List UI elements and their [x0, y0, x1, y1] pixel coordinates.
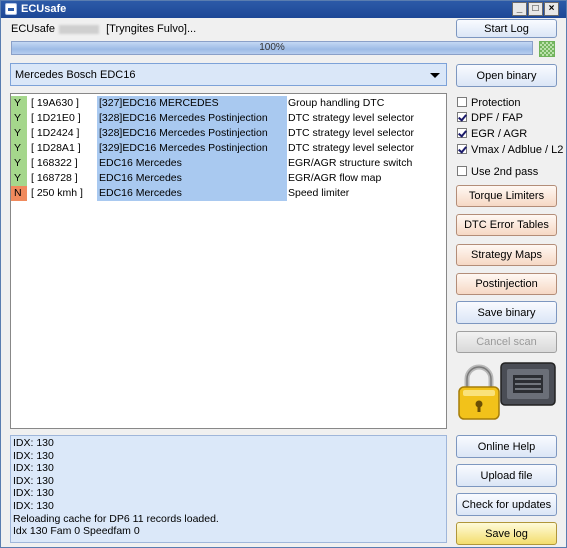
maximize-button[interactable]: □	[528, 2, 543, 16]
row-address: [ 168728 ]	[31, 172, 78, 184]
row-address: [ 168322 ]	[31, 157, 78, 169]
redacted-version	[59, 24, 100, 34]
log-line: IDX: 130	[13, 474, 54, 487]
row-description: DTC strategy level selector	[288, 112, 415, 124]
row-flag: Y	[11, 126, 27, 141]
postinjection-button[interactable]: Postinjection	[456, 273, 557, 295]
row-patch-name: [329]EDC16 Mercedes Postinjection	[97, 141, 287, 156]
row-flag: Y	[11, 171, 27, 186]
dtc-error-tables-button[interactable]: DTC Error Tables	[456, 214, 557, 236]
log-line: IDX: 130	[13, 449, 54, 462]
row-description: Group handling DTC	[288, 97, 385, 109]
dpf-fap-checkbox-box[interactable]	[457, 112, 467, 122]
row-patch-name: EDC16 Mercedes	[97, 156, 287, 171]
table-row[interactable]: Y [ 1D21E0 ] [328]EDC16 Mercedes Postinjec…	[11, 111, 446, 126]
second-pass-checkbox[interactable]: Use 2nd pass	[457, 165, 538, 179]
header-status: ECUsafe [Tryngites Fulvo]...	[11, 21, 441, 37]
upload-file-button[interactable]: Upload file	[456, 464, 557, 487]
second-pass-checkbox-box[interactable]	[457, 166, 467, 176]
status-grid-icon	[539, 41, 555, 57]
row-description: EGR/AGR flow map	[288, 172, 382, 184]
ecu-type-select[interactable]: Mercedes Bosch EDC16	[10, 63, 447, 86]
row-patch-name: [328]EDC16 Mercedes Postinjection	[97, 126, 287, 141]
egr-agr-checkbox-box[interactable]	[457, 128, 467, 138]
status-text: [Tryngites Fulvo]...	[106, 23, 197, 35]
save-log-button[interactable]: Save log	[456, 522, 557, 545]
egr-agr-label: EGR / AGR	[471, 128, 528, 140]
row-address: [ 1D21E0 ]	[31, 112, 81, 124]
progress-bar: 100%	[11, 41, 533, 55]
row-patch-name: EDC16 Mercedes	[97, 171, 287, 186]
vmax-checkbox[interactable]: Vmax / Adblue / L2	[457, 143, 563, 157]
table-row[interactable]: Y [ 19A630 ] [327]EDC16 MERCEDES Group hand…	[11, 96, 446, 111]
row-flag: Y	[11, 156, 27, 171]
row-address: [ 1D28A1 ]	[31, 142, 81, 154]
app-name-label: ECUsafe	[11, 23, 56, 35]
torque-limiters-button[interactable]: Torque Limiters	[456, 185, 557, 207]
table-row[interactable]: Y [ 168728 ] EDC16 Mercedes EGR/AGR flow ma…	[11, 171, 446, 186]
row-description: DTC strategy level selector	[288, 127, 415, 139]
row-address: [ 19A630 ]	[31, 97, 79, 109]
row-flag: Y	[11, 141, 27, 156]
dpf-fap-checkbox[interactable]: DPF / FAP	[457, 111, 523, 125]
dpf-fap-label: DPF / FAP	[471, 112, 523, 124]
row-flag: Y	[11, 96, 27, 111]
ecu-type-value: Mercedes Bosch EDC16	[15, 69, 136, 81]
log-line: Idx 130 Fam 0 Speedfam 0	[13, 525, 140, 538]
app-window: ECUsafe _ □ × ECUsafe [Tryngites Fulvo].…	[0, 0, 567, 548]
protection-checkbox-box[interactable]	[457, 97, 467, 107]
table-row[interactable]: Y [ 168322 ] EDC16 Mercedes EGR/AGR structu…	[11, 156, 446, 171]
progress-label: 100%	[259, 42, 285, 53]
close-button[interactable]: ×	[544, 2, 559, 16]
row-description: EGR/AGR structure switch	[288, 157, 413, 169]
vmax-label: Vmax / Adblue / L2	[471, 144, 564, 156]
log-line: IDX: 130	[13, 487, 54, 500]
log-line: IDX: 130	[13, 500, 54, 512]
window-title: ECUsafe	[21, 3, 67, 15]
log-line: Reloading cache for DP6 11 records loade…	[13, 512, 219, 525]
online-help-button[interactable]: Online Help	[456, 435, 557, 458]
protection-label: Protection	[471, 97, 521, 109]
table-row[interactable]: N [ 250 kmh ] EDC16 Mercedes Speed limiter	[11, 186, 446, 201]
cancel-scan-button[interactable]: Cancel scan	[456, 331, 557, 353]
egr-agr-checkbox[interactable]: EGR / AGR	[457, 127, 527, 141]
table-row[interactable]: Y [ 1D28A1 ] [329]EDC16 Mercedes Postinjec…	[11, 141, 446, 156]
ecu-padlock-icon	[458, 362, 556, 420]
second-pass-label: Use 2nd pass	[471, 166, 539, 178]
protection-checkbox[interactable]: Protection	[457, 96, 521, 110]
row-patch-name: EDC16 Mercedes	[97, 186, 287, 201]
row-flag: Y	[11, 111, 27, 126]
row-description: DTC strategy level selector	[288, 142, 415, 154]
patch-list[interactable]: Y [ 19A630 ] [327]EDC16 MERCEDES Group hand…	[10, 93, 447, 429]
app-icon	[5, 3, 17, 15]
strategy-maps-button[interactable]: Strategy Maps	[456, 244, 557, 266]
row-patch-name: [327]EDC16 MERCEDES	[97, 96, 287, 111]
log-output: IDX: 130 IDX: 130 IDX: 130 IDX: 130 IDX: 130…	[10, 435, 447, 543]
title-bar[interactable]: ECUsafe _ □ ×	[1, 1, 566, 18]
check-updates-button[interactable]: Check for updates	[456, 493, 557, 516]
table-row[interactable]: Y [ 1D2424 ] [328]EDC16 Mercedes Postinjec…	[11, 126, 446, 141]
row-patch-name: [328]EDC16 Mercedes Postinjection	[97, 111, 287, 126]
vmax-checkbox-box[interactable]	[457, 144, 467, 154]
row-address: [ 250 kmh ]	[31, 187, 83, 199]
open-binary-button[interactable]: Open binary	[456, 64, 557, 87]
minimize-button[interactable]: _	[512, 2, 527, 16]
log-line: IDX: 130	[13, 437, 54, 449]
save-binary-button[interactable]: Save binary	[456, 301, 557, 324]
row-address: [ 1D2424 ]	[31, 127, 80, 139]
log-line: IDX: 130	[13, 462, 54, 475]
row-description: Speed limiter	[288, 187, 350, 199]
row-flag: N	[11, 186, 27, 201]
start-log-button[interactable]: Start Log	[456, 19, 557, 38]
chevron-down-icon[interactable]	[430, 73, 440, 78]
